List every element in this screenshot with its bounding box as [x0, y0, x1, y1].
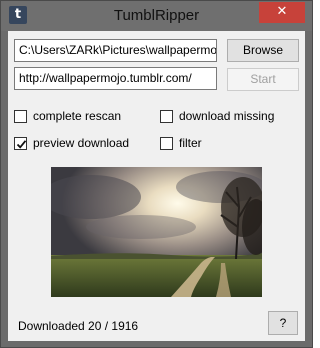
- checkmark-icon: [16, 139, 27, 149]
- browse-button[interactable]: Browse: [227, 39, 299, 62]
- title-bar[interactable]: t TumblRipper ✕: [1, 1, 312, 31]
- checkbox-box[interactable]: [14, 109, 27, 123]
- preview-download-checkbox[interactable]: preview download: [14, 135, 129, 151]
- close-icon: ✕: [276, 4, 288, 19]
- status-text: Downloaded 20 / 1916: [18, 319, 139, 333]
- complete-rescan-checkbox[interactable]: complete rescan: [14, 108, 121, 124]
- blog-url-input[interactable]: http://wallpapermojo.tumblr.com/: [14, 67, 217, 90]
- close-button[interactable]: ✕: [259, 2, 305, 23]
- checkbox-box[interactable]: [160, 109, 173, 123]
- checkbox-box[interactable]: [160, 136, 173, 150]
- preview-image: [51, 167, 262, 297]
- filter-label: filter: [179, 136, 202, 150]
- help-button[interactable]: ?: [268, 311, 298, 335]
- download-path-input[interactable]: C:\Users\ZARk\Pictures\wallpapermojo: [14, 39, 217, 62]
- checkbox-box[interactable]: [14, 136, 27, 150]
- main-panel: C:\Users\ZARk\Pictures\wallpapermojo Bro…: [8, 31, 305, 341]
- preview-download-label: preview download: [33, 136, 130, 150]
- filter-checkbox[interactable]: filter: [160, 135, 202, 151]
- download-missing-checkbox[interactable]: download missing: [160, 108, 274, 124]
- complete-rescan-label: complete rescan: [33, 109, 122, 123]
- download-missing-label: download missing: [179, 109, 275, 123]
- start-button[interactable]: Start: [227, 68, 299, 91]
- app-window: t TumblRipper ✕ C:\Users\ZARk\Pictures\w…: [0, 0, 313, 348]
